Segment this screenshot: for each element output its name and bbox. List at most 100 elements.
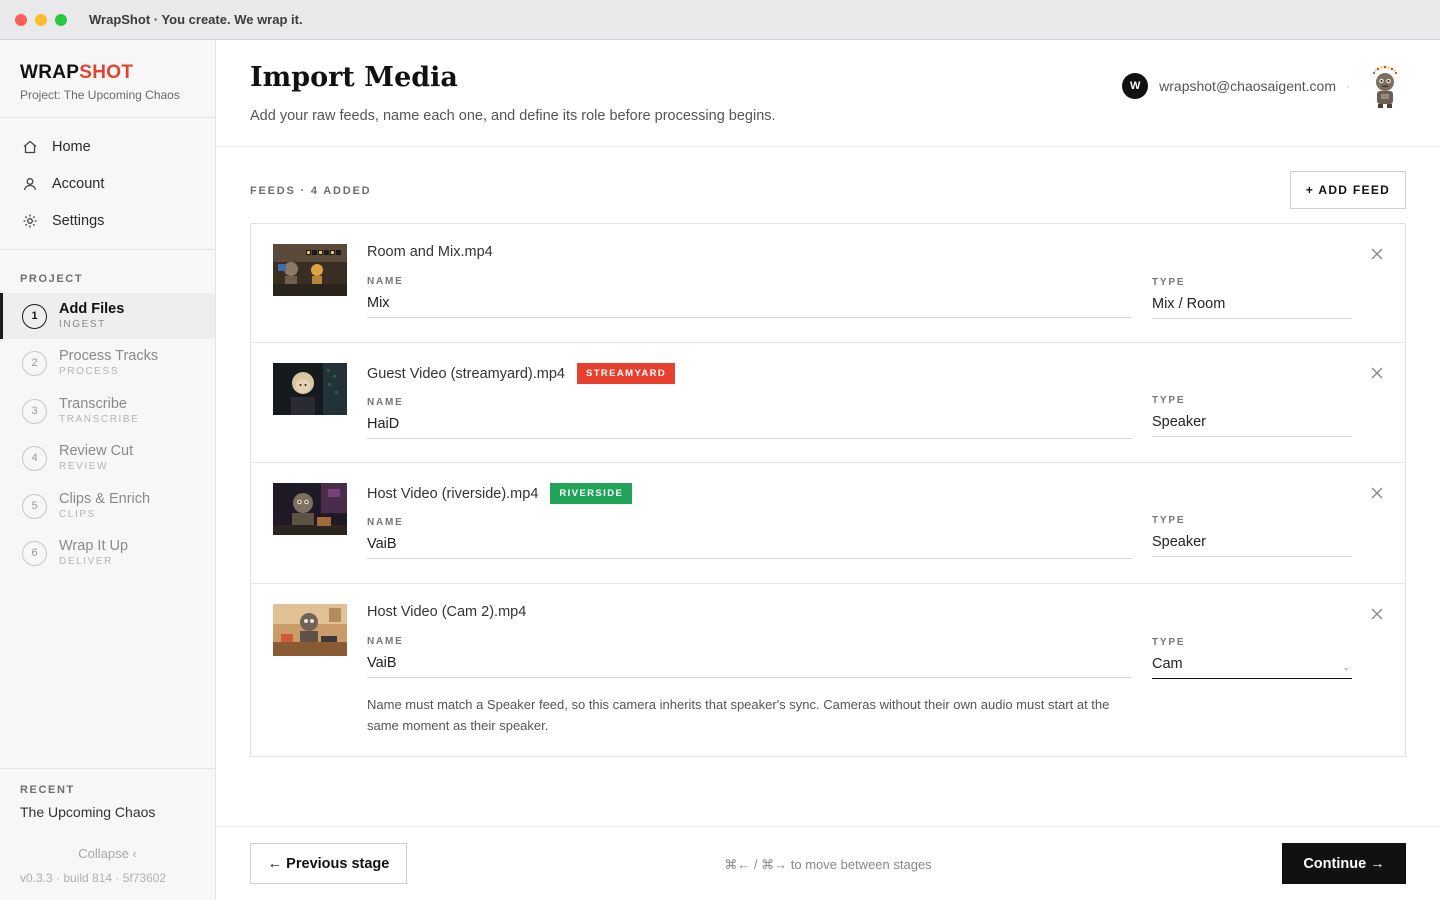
window-controls bbox=[15, 13, 67, 26]
feed-type-value: Cam bbox=[1152, 656, 1183, 672]
step-number: 4 bbox=[22, 445, 47, 471]
step-subtitle: TRANSCRIBE bbox=[59, 414, 140, 425]
sidebar-item-settings[interactable]: Settings bbox=[22, 208, 104, 234]
version-info: v0.3.3 · build 814 · 5f73602 bbox=[20, 871, 167, 885]
brand-logo-part2: SHOT bbox=[79, 62, 134, 83]
feed-type-select[interactable]: Cam ⌄ bbox=[1152, 656, 1352, 679]
step-subtitle: PROCESS bbox=[59, 366, 120, 377]
sidebar-item-account[interactable]: Account bbox=[22, 171, 104, 197]
sidebar: WRAPSHOT Project: The Upcoming Chaos Hom… bbox=[0, 40, 216, 900]
feed-file-name-text: Host Video (riverside).mp4 bbox=[367, 485, 539, 502]
step-subtitle: DELIVER bbox=[59, 556, 113, 567]
step-process-tracks[interactable]: 2 Process Tracks PROCESS bbox=[0, 340, 215, 386]
window-title: WrapShot · You create. We wrap it. bbox=[89, 12, 303, 27]
sidebar-divider bbox=[0, 117, 215, 118]
step-title: Review Cut bbox=[59, 443, 134, 459]
feed-type-select[interactable]: Speaker bbox=[1152, 534, 1352, 557]
user-initial-badge: W bbox=[1122, 73, 1149, 99]
header-divider bbox=[216, 146, 1440, 147]
feeds-list: Room and Mix.mp4 NAME Mix TYPE Mix / Roo… bbox=[250, 223, 1406, 757]
recent-section-label: RECENT bbox=[20, 784, 75, 796]
feed-file-name-text: Host Video (Cam 2).mp4 bbox=[367, 604, 527, 620]
type-field-label: TYPE bbox=[1152, 277, 1186, 288]
step-title: Process Tracks bbox=[59, 348, 159, 364]
feed-file-name: Host Video (riverside).mp4 RIVERSIDE bbox=[367, 483, 633, 504]
user-separator-dot: · bbox=[1346, 79, 1350, 93]
name-field-label: NAME bbox=[367, 517, 404, 528]
footer-divider bbox=[216, 826, 1440, 827]
step-text: Clips & Enrich CLIPS bbox=[59, 491, 150, 520]
remove-feed-close-icon[interactable] bbox=[1369, 485, 1385, 501]
step-number: 2 bbox=[22, 350, 47, 376]
user-menu[interactable]: W wrapshot@chaosaigent.com · bbox=[1122, 64, 1402, 108]
source-badge-streamyard: STREAMYARD bbox=[576, 363, 676, 384]
feed-type-select[interactable]: Speaker bbox=[1152, 414, 1352, 437]
video-thumbnail[interactable] bbox=[273, 604, 347, 656]
sidebar-item-label: Home bbox=[52, 139, 91, 155]
recent-project-item[interactable]: The Upcoming Chaos bbox=[20, 804, 155, 820]
user-icon bbox=[23, 178, 37, 191]
collapse-sidebar-button[interactable]: Collapse ‹ bbox=[0, 846, 215, 861]
step-add-files[interactable]: 1 Add Files INGEST bbox=[0, 293, 215, 339]
step-clips-enrich[interactable]: 5 Clips & Enrich CLIPS bbox=[0, 483, 215, 529]
feed-name-input[interactable]: VaiB bbox=[367, 536, 1132, 559]
step-number: 5 bbox=[22, 493, 47, 519]
feed-card: Guest Video (streamyard).mp4 STREAMYARD … bbox=[251, 343, 1405, 463]
step-review-cut[interactable]: 4 Review Cut REVIEW bbox=[0, 435, 215, 481]
feed-card: Host Video (Cam 2).mp4 NAME VaiB TYPE Ca… bbox=[251, 584, 1405, 756]
main-content: Import Media Add your raw feeds, name ea… bbox=[216, 40, 1440, 900]
add-feed-button[interactable]: + ADD FEED bbox=[1290, 171, 1406, 209]
step-text: Add Files INGEST bbox=[59, 301, 124, 330]
step-number: 1 bbox=[22, 303, 47, 329]
feed-name-input[interactable]: Mix bbox=[367, 295, 1132, 318]
feed-name-input[interactable]: HaiD bbox=[367, 416, 1132, 439]
feed-card: Room and Mix.mp4 NAME Mix TYPE Mix / Roo… bbox=[251, 224, 1405, 343]
step-wrap-it-up[interactable]: 6 Wrap It Up DELIVER bbox=[0, 530, 215, 576]
title-bar: WrapShot · You create. We wrap it. bbox=[0, 0, 1440, 40]
chevron-down-icon: ⌄ bbox=[1342, 662, 1350, 672]
feed-card: Host Video (riverside).mp4 RIVERSIDE NAM… bbox=[251, 463, 1405, 584]
name-field-label: NAME bbox=[367, 636, 404, 647]
feed-file-name: Host Video (Cam 2).mp4 bbox=[367, 604, 526, 620]
remove-feed-close-icon[interactable] bbox=[1369, 365, 1385, 381]
cam-sync-hint: Name must match a Speaker feed, so this … bbox=[367, 697, 1110, 733]
feed-name-input[interactable]: VaiB bbox=[367, 655, 1132, 678]
brand-logo[interactable]: WRAPSHOT bbox=[20, 62, 133, 84]
keyboard-shortcut-hint: ⌘← / ⌘→ to move between stages bbox=[724, 857, 932, 872]
project-section-label: PROJECT bbox=[20, 273, 84, 285]
step-number: 6 bbox=[22, 540, 47, 566]
name-field-label: NAME bbox=[367, 397, 404, 408]
feed-file-name-text: Room and Mix.mp4 bbox=[367, 244, 493, 260]
step-text: Wrap It Up DELIVER bbox=[59, 538, 128, 567]
step-subtitle: INGEST bbox=[59, 319, 106, 330]
feed-file-name: Room and Mix.mp4 bbox=[367, 244, 493, 260]
step-title: Clips & Enrich bbox=[59, 491, 151, 507]
remove-feed-close-icon[interactable] bbox=[1369, 606, 1385, 622]
type-field-label: TYPE bbox=[1152, 515, 1186, 526]
step-title: Add Files bbox=[59, 301, 125, 317]
type-field-label: TYPE bbox=[1152, 637, 1186, 648]
sidebar-item-label: Settings bbox=[52, 213, 105, 229]
feeds-count-label: FEEDS · 4 ADDED bbox=[250, 185, 372, 197]
project-name: Project: The Upcoming Chaos bbox=[20, 88, 180, 102]
feed-file-name: Guest Video (streamyard).mp4 STREAMYARD bbox=[367, 363, 676, 384]
close-window-button[interactable] bbox=[15, 13, 27, 26]
video-thumbnail[interactable] bbox=[273, 483, 347, 535]
minimize-window-button[interactable] bbox=[35, 13, 47, 26]
step-transcribe[interactable]: 3 Transcribe TRANSCRIBE bbox=[0, 388, 215, 434]
sidebar-item-label: Account bbox=[52, 176, 105, 192]
maximize-window-button[interactable] bbox=[55, 13, 67, 26]
feed-file-name-text: Guest Video (streamyard).mp4 bbox=[367, 365, 565, 382]
sidebar-item-home[interactable]: Home bbox=[22, 134, 91, 160]
step-text: Transcribe TRANSCRIBE bbox=[59, 396, 139, 425]
robot-avatar-icon[interactable] bbox=[1368, 64, 1402, 108]
step-subtitle: CLIPS bbox=[59, 509, 96, 520]
remove-feed-close-icon[interactable] bbox=[1369, 246, 1385, 262]
continue-button[interactable]: Continue → bbox=[1282, 843, 1406, 884]
step-subtitle: REVIEW bbox=[59, 461, 109, 472]
feed-type-select[interactable]: Mix / Room bbox=[1152, 296, 1352, 319]
video-thumbnail[interactable] bbox=[273, 363, 347, 415]
video-thumbnail[interactable] bbox=[273, 244, 347, 296]
gear-icon bbox=[23, 214, 37, 228]
step-title: Wrap It Up bbox=[59, 538, 129, 554]
